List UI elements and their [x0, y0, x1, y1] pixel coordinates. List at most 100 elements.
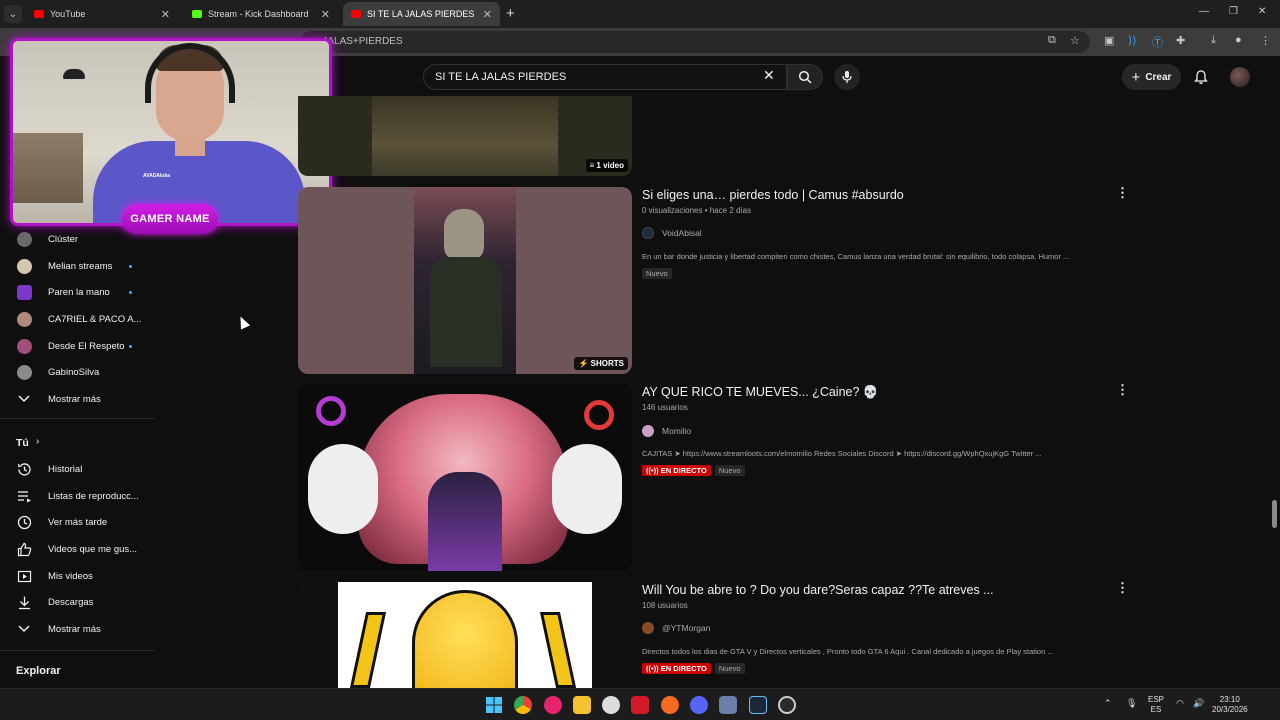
ceiling-lamp [63, 69, 85, 79]
extension-icon[interactable]: ▣ [1104, 34, 1114, 47]
channel-link[interactable]: VoidAbisal [642, 227, 702, 239]
scrollbar-thumb[interactable] [1272, 500, 1277, 528]
thumbnail-figure-body [430, 257, 502, 367]
live-indicator [129, 290, 132, 294]
account-avatar[interactable] [1230, 67, 1250, 87]
video-title[interactable]: Will You be abre to ? Do you dare?Seras … [642, 583, 994, 597]
sidebar-item-desde-el-respeto[interactable]: Desde El Respeto [0, 334, 154, 358]
live-label: EN DIRECTO [660, 466, 707, 475]
video-thumbnail[interactable] [298, 384, 632, 571]
tab-youtube[interactable]: YouTube ✕ [26, 2, 178, 26]
sidebar-item-my-videos[interactable]: Mis videos [0, 564, 154, 588]
app-icon[interactable] [778, 696, 796, 714]
badge-text: SHORTS [590, 359, 624, 368]
sidebar-item-playlists[interactable]: Listas de reproducc... [0, 484, 154, 508]
create-button[interactable]: + Crear [1122, 64, 1181, 90]
more-actions-icon[interactable]: ⋮ [1116, 382, 1129, 398]
chrome-icon[interactable] [514, 696, 532, 714]
search-input[interactable]: SI TE LA JALAS PIERDES [423, 64, 787, 90]
language-indicator[interactable]: ESP ES [1148, 695, 1164, 715]
app-icon[interactable] [631, 696, 649, 714]
sidebar-item-watch-later[interactable]: Ver más tarde [0, 510, 154, 534]
sidebar-item-paren-la-mano[interactable]: Paren la mano [0, 280, 154, 304]
clock[interactable]: 23:10 20/3/2026 [1212, 695, 1248, 715]
channel-link[interactable]: @YTMorgan [642, 622, 710, 634]
app-icon[interactable] [602, 696, 620, 714]
address-bar[interactable]: ...JALAS+PIERDES [300, 31, 1090, 53]
discord-icon[interactable] [690, 696, 708, 714]
video-thumbnail[interactable]: ⚡ SHORTS [298, 187, 632, 374]
download-icon[interactable]: ⤓ [1211, 34, 1216, 47]
new-tab-icon[interactable]: + [506, 5, 515, 22]
steam-icon[interactable] [749, 696, 767, 714]
app-icon[interactable] [661, 696, 679, 714]
sidebar-item-label: Melian streams [48, 260, 113, 272]
close-window-icon[interactable]: ✕ [1258, 6, 1266, 17]
webcam-overlay: AVADAluka [10, 38, 332, 226]
extensions-puzzle-icon[interactable]: ✚ [1176, 34, 1185, 47]
sidebar-item-melian-streams[interactable]: Melian streams [0, 254, 154, 278]
microphone-icon[interactable]: 🎙 [1126, 698, 1137, 708]
tab-kick-dashboard[interactable]: Stream - Kick Dashboard ✕ [184, 2, 338, 26]
you-heading: Tú [16, 437, 29, 449]
page-scrollbar[interactable] [1270, 56, 1280, 688]
channel-avatar [642, 425, 654, 437]
shorts-badge: ⚡ SHORTS [574, 357, 628, 370]
bookmark-star-icon[interactable]: ☆ [1070, 34, 1080, 47]
search-button[interactable] [787, 64, 823, 90]
restore-icon[interactable]: ❐ [1229, 6, 1238, 17]
notifications-bell-icon[interactable] [1193, 69, 1209, 85]
tab-close-icon[interactable]: ✕ [161, 8, 170, 21]
clear-search-icon[interactable]: ✕ [763, 67, 775, 84]
explore-heading: Explorar [16, 665, 61, 677]
more-actions-icon[interactable]: ⋮ [1116, 580, 1129, 596]
sidebar-section-you[interactable]: Tú › [0, 430, 154, 454]
live-broadcast-icon: ((•)) [646, 664, 661, 673]
tab-search-menu-button[interactable]: ⌄ [4, 5, 22, 23]
live-badge: ((•)) EN DIRECTO [642, 663, 711, 674]
thumbnail-character [428, 472, 502, 571]
wifi-icon[interactable]: ◠ [1176, 698, 1184, 708]
volume-icon[interactable]: 🔊 [1193, 698, 1204, 708]
more-actions-icon[interactable]: ⋮ [1116, 185, 1129, 201]
channel-link[interactable]: Momilio [642, 425, 691, 437]
tab-close-icon[interactable]: ✕ [321, 8, 330, 21]
voice-search-button[interactable] [834, 64, 860, 90]
sidebar-item-label: Clúster [48, 233, 79, 245]
thumbnail-image [372, 96, 558, 176]
video-title[interactable]: AY QUE RICO TE MUEVES... ¿Caine? 💀 [642, 385, 878, 400]
translate-extension-icon[interactable]: Ⓣ [1152, 34, 1163, 50]
playlists-icon [16, 488, 32, 504]
microphone-icon [842, 71, 852, 83]
minimize-icon[interactable]: — [1199, 6, 1209, 17]
install-app-icon[interactable]: ⧉ [1048, 34, 1056, 47]
sidebar-item-label: Historial [48, 463, 83, 475]
thumbnail-figure-head [444, 209, 484, 261]
sidebar-item-downloads[interactable]: Descargas [0, 590, 154, 614]
sidebar-show-more-you[interactable]: Mostrar más [0, 617, 154, 641]
sidebar-item-gabinosilva[interactable]: GabinoSilva [0, 360, 154, 384]
file-explorer-icon[interactable] [573, 696, 591, 714]
extension-icon[interactable]: ⟩⟩ [1128, 34, 1137, 47]
app-icon[interactable] [544, 696, 562, 714]
sidebar-item-label: Mostrar más [48, 623, 101, 635]
video-thumbnail[interactable] [298, 582, 632, 688]
tab-title: SI TE LA JALAS PIERDES - YouTu... [367, 9, 477, 19]
search-results: ≡ 1 video ⚡ SHORTS Si eliges una… pierde… [298, 96, 1198, 688]
video-thumbnail[interactable]: ≡ 1 video [298, 96, 632, 176]
live-badge: ((•)) EN DIRECTO [642, 465, 711, 476]
sidebar-item-ca7riel-paco[interactable]: CA7RIEL & PACO A... [0, 307, 154, 331]
sidebar-item-liked-videos[interactable]: Videos que me gus... [0, 537, 154, 561]
thumbnail-hand-left [308, 444, 378, 534]
sidebar-show-more-subscriptions[interactable]: Mostrar más [0, 387, 154, 411]
profile-icon[interactable]: ● [1235, 34, 1242, 46]
tab-close-icon[interactable]: ✕ [483, 8, 492, 21]
windows-start-icon[interactable] [485, 696, 503, 714]
settings-icon[interactable] [719, 696, 737, 714]
tab-title: YouTube [50, 9, 86, 19]
browser-menu-icon[interactable]: ⋮ [1260, 34, 1271, 47]
tab-search-results[interactable]: SI TE LA JALAS PIERDES - YouTu... ✕ [343, 2, 500, 26]
video-title[interactable]: Si eliges una… pierdes todo | Camus #abs… [642, 188, 904, 202]
sidebar-item-history[interactable]: Historial [0, 457, 154, 481]
tray-chevron-up-icon[interactable]: ⌃ [1104, 698, 1112, 708]
